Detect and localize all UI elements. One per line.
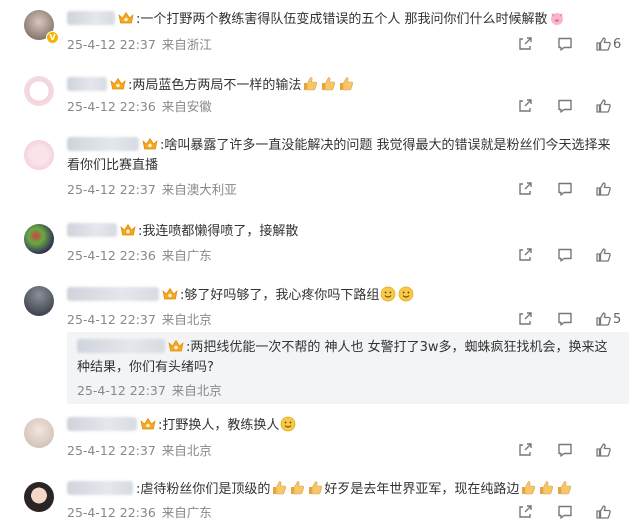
avatar[interactable] — [24, 224, 54, 254]
comment-icon[interactable] — [557, 181, 573, 197]
comment-item: :两局蓝色方两局不一样的输法 25-4-12 22:36 来自安徽 — [0, 64, 641, 128]
comment-list: V :一个打野两个教练害得队伍变成错误的五个人 那我问你们什么时候解散 25-4… — [0, 0, 641, 529]
avatar[interactable] — [24, 418, 54, 448]
share-icon[interactable] — [517, 181, 533, 197]
thumbs-up-icon[interactable] — [595, 181, 611, 197]
avatar[interactable] — [24, 482, 54, 512]
thumbs-up-icon[interactable] — [595, 504, 611, 520]
comment-location: 来自澳大利亚 — [161, 182, 237, 197]
thumbs-up-icon[interactable] — [595, 311, 611, 327]
comment-item: V :一个打野两个教练害得队伍变成错误的五个人 那我问你们什么时候解散 25-4… — [0, 0, 641, 64]
comment-location: 来自北京 — [161, 312, 212, 327]
crown-badge-icon — [162, 287, 178, 301]
reply-box: :两把线优能一次不帮的 神人也 女警打了3w多，蜘蛛疯狂找机会，换来这种结果，你… — [67, 332, 629, 404]
comment-location: 来自北京 — [161, 443, 212, 458]
comment-icon[interactable] — [557, 247, 573, 263]
share-icon[interactable] — [517, 504, 533, 520]
comment-text: :打野换人，教练换人 — [158, 418, 280, 433]
comment-actions — [517, 181, 627, 199]
like-count: 5 — [613, 312, 622, 327]
crown-badge-icon — [118, 11, 134, 25]
comment-icon[interactable] — [557, 98, 573, 114]
thumbs-up-emoji-icon — [302, 76, 318, 92]
comment-item: :我连喷都懒得喷了，接解散 25-4-12 22:36 来自广东 — [0, 210, 641, 276]
thumbs-up-emoji-icon — [538, 480, 554, 496]
thumbs-up-icon[interactable] — [595, 98, 611, 114]
username[interactable] — [67, 481, 133, 495]
username[interactable] — [67, 223, 117, 237]
share-icon[interactable] — [517, 36, 533, 52]
comment-time: 25-4-12 22:37 — [67, 312, 156, 327]
smile-emoji-icon — [380, 286, 396, 302]
share-icon[interactable] — [517, 311, 533, 327]
comment-item: :够了好吗够了，我心疼你吗下路组 25-4-12 22:37 来自北京 5 :两… — [0, 276, 641, 406]
comment-location: 来自安徽 — [161, 99, 212, 114]
comment-icon[interactable] — [557, 504, 573, 520]
like-count: 6 — [613, 37, 622, 52]
comment-time: 25-4-12 22:37 — [67, 182, 156, 197]
comment-time: 25-4-12 22:37 — [67, 443, 156, 458]
thumbs-up-emoji-icon — [271, 480, 287, 496]
thumbs-up-emoji-icon — [320, 76, 336, 92]
comment-text: :我连喷都懒得喷了，接解散 — [138, 224, 299, 239]
comment-time: 25-4-12 22:36 — [67, 248, 156, 263]
comment-time: 25-4-12 22:37 — [67, 37, 156, 52]
comment-item: :打野换人，教练换人 25-4-12 22:37 来自北京 — [0, 406, 641, 470]
crown-badge-icon — [110, 77, 126, 91]
thumbs-up-emoji-icon — [556, 480, 572, 496]
thumbs-up-icon[interactable] — [595, 247, 611, 263]
comment-actions: 5 — [517, 311, 627, 329]
crown-badge-icon — [168, 339, 184, 353]
username[interactable] — [77, 339, 165, 353]
comment-text: :够了好吗够了，我心疼你吗下路组 — [180, 288, 380, 303]
comment-text: :两局蓝色方两局不一样的输法 — [128, 78, 302, 93]
username[interactable] — [67, 77, 107, 91]
comment-location: 来自浙江 — [161, 37, 212, 52]
comment-item: :啥叫暴露了许多一直没能解决的问题 我觉得最大的错误就是粉丝们今天选择来看你们比… — [0, 128, 641, 210]
comment-time: 25-4-12 22:37 — [77, 383, 166, 398]
avatar[interactable] — [24, 76, 54, 106]
thumbs-up-emoji-icon — [520, 480, 536, 496]
comment-icon[interactable] — [557, 311, 573, 327]
crown-badge-icon — [120, 223, 136, 237]
username[interactable] — [67, 417, 137, 431]
comment-actions — [517, 442, 627, 460]
thumbs-up-emoji-icon — [338, 76, 354, 92]
comment-text: :一个打野两个教练害得队伍变成错误的五个人 那我问你们什么时候解散 — [136, 12, 548, 27]
comment-icon[interactable] — [557, 442, 573, 458]
comment-time: 25-4-12 22:36 — [67, 505, 156, 520]
share-icon[interactable] — [517, 247, 533, 263]
avatar[interactable] — [24, 140, 54, 170]
smile-emoji-icon — [280, 416, 296, 432]
thumbs-up-icon[interactable] — [595, 36, 611, 52]
comment-location: 来自广东 — [161, 248, 212, 263]
crown-badge-icon — [142, 137, 158, 151]
thumbs-up-emoji-icon — [307, 480, 323, 496]
username[interactable] — [67, 11, 115, 25]
smile-emoji-icon — [398, 286, 414, 302]
thumbs-up-emoji-icon — [289, 480, 305, 496]
comment-actions — [517, 98, 627, 116]
comment-time: 25-4-12 22:36 — [67, 99, 156, 114]
avatar[interactable] — [24, 286, 54, 316]
share-icon[interactable] — [517, 98, 533, 114]
username[interactable] — [67, 137, 139, 151]
comment-location: 来自广东 — [161, 505, 212, 520]
comment-text-continued: 好歹是去年世界亚军，现在纯路边 — [324, 482, 520, 497]
comment-item: :虐待粉丝你们是顶级的 好歹是去年世界亚军，现在纯路边 25-4-12 22:36… — [0, 470, 641, 529]
crown-badge-icon — [140, 417, 156, 431]
share-icon[interactable] — [517, 442, 533, 458]
comment-actions — [517, 247, 627, 265]
comment-actions — [517, 504, 627, 522]
thumbs-up-icon[interactable] — [595, 442, 611, 458]
comment-icon[interactable] — [557, 36, 573, 52]
comment-actions: 6 — [517, 36, 627, 54]
username[interactable] — [67, 287, 159, 301]
comment-text: :虐待粉丝你们是顶级的 — [136, 482, 271, 497]
comment-location: 来自北京 — [171, 383, 222, 398]
pig-emoji-icon — [549, 10, 565, 26]
verified-badge-icon: V — [46, 31, 59, 44]
